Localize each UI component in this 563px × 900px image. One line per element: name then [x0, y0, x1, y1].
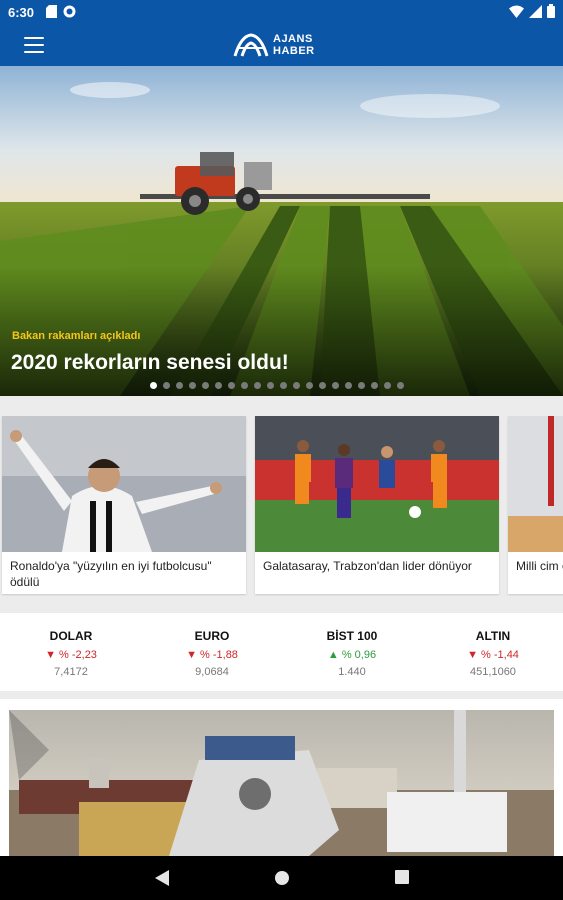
slider-dot[interactable]: [280, 382, 287, 389]
market-item-altin[interactable]: ALTIN ▼ % -1,44 451,1060: [443, 613, 543, 678]
signal-icon: [529, 4, 542, 18]
hero-slider[interactable]: Bakan rakamları açıkladı 2020 rekorların…: [0, 66, 563, 396]
hero-title[interactable]: 2020 rekorların senesi oldu!: [11, 351, 289, 375]
market-item-bist100[interactable]: BİST 100 ▲ % 0,96 1.440: [302, 613, 402, 678]
status-time: 6:30: [8, 5, 35, 20]
recents-icon[interactable]: [395, 870, 409, 884]
arrow-up-icon: ▲: [327, 649, 339, 661]
app-bar: AJANS HABER: [0, 24, 563, 66]
slider-dot[interactable]: [332, 382, 339, 389]
slider-dot[interactable]: [397, 382, 404, 389]
market-name: ALTIN: [475, 629, 511, 643]
news-card-title: Galatasaray, Trabzon'dan lider dönüyor: [263, 559, 472, 573]
slider-dot[interactable]: [215, 382, 222, 389]
news-carousel[interactable]: Ronaldo'ya "yüzyılın en iyi futbolcusu" …: [0, 416, 563, 596]
app-logo[interactable]: AJANS HABER: [233, 30, 315, 60]
slider-dot[interactable]: [254, 382, 261, 389]
market-name: EURO: [194, 629, 230, 643]
market-ticker[interactable]: DOLAR ▼ % -2,23 7,4172 EURO ▼ % -1,88 9,…: [0, 613, 563, 691]
market-value: 7,4172: [54, 666, 88, 678]
slider-dot[interactable]: [358, 382, 365, 389]
news-card-image: [508, 416, 563, 552]
news-card[interactable]: Milli cim olimpiya: [508, 416, 563, 594]
slider-dot[interactable]: [267, 382, 274, 389]
news-card-title: Milli cim olimpiya: [516, 559, 563, 573]
status-bar: 6:30: [0, 0, 563, 24]
market-change: ▼ % -1,88: [186, 649, 238, 661]
home-icon[interactable]: [274, 870, 290, 886]
slider-pagination[interactable]: [150, 382, 404, 389]
news-image: [9, 710, 554, 856]
sd-card-icon: [46, 5, 57, 18]
slider-dot[interactable]: [345, 382, 352, 389]
news-card[interactable]: Galatasaray, Trabzon'dan lider dönüyor: [255, 416, 499, 594]
slider-dot[interactable]: [163, 382, 170, 389]
back-icon[interactable]: [155, 870, 169, 886]
news-item[interactable]: [0, 699, 563, 856]
slider-dot[interactable]: [371, 382, 378, 389]
news-card-title: Ronaldo'ya "yüzyılın en iyi futbolcusu" …: [10, 559, 212, 589]
logo-mark-icon: [233, 33, 269, 57]
news-card-image: [2, 416, 246, 552]
arrow-down-icon: ▼: [45, 649, 56, 661]
slider-dot[interactable]: [176, 382, 183, 389]
slider-dot[interactable]: [228, 382, 235, 389]
slider-dot[interactable]: [189, 382, 196, 389]
market-change: ▼ % -1,44: [467, 649, 519, 661]
slider-dot[interactable]: [150, 382, 157, 389]
sync-icon: [63, 5, 76, 18]
slider-dot[interactable]: [384, 382, 391, 389]
battery-icon: [547, 4, 555, 18]
market-value: 9,0684: [195, 666, 229, 678]
menu-icon: [24, 37, 44, 39]
market-item-euro[interactable]: EURO ▼ % -1,88 9,0684: [162, 613, 262, 678]
notification-icons: [46, 5, 76, 18]
market-change: ▲ % 0,96: [327, 649, 377, 661]
hero-kicker: Bakan rakamları açıkladı: [12, 330, 141, 342]
logo-line1: AJANS: [273, 33, 313, 45]
news-card-image: [255, 416, 499, 552]
slider-dot[interactable]: [241, 382, 248, 389]
wifi-icon: [509, 5, 524, 18]
market-name: DOLAR: [49, 629, 93, 643]
system-icons: [509, 4, 555, 18]
menu-button[interactable]: [24, 37, 44, 53]
slider-dot[interactable]: [306, 382, 313, 389]
arrow-down-icon: ▼: [186, 649, 197, 661]
market-item-dolar[interactable]: DOLAR ▼ % -2,23 7,4172: [21, 613, 121, 678]
system-nav-bar: [0, 856, 563, 900]
market-value: 451,1060: [470, 666, 516, 678]
news-card[interactable]: Ronaldo'ya "yüzyılın en iyi futbolcusu" …: [2, 416, 246, 594]
slider-dot[interactable]: [293, 382, 300, 389]
slider-dot[interactable]: [319, 382, 326, 389]
market-change: ▼ % -2,23: [45, 649, 97, 661]
arrow-down-icon: ▼: [467, 649, 478, 661]
market-name: BİST 100: [326, 629, 378, 643]
slider-dot[interactable]: [202, 382, 209, 389]
market-value: 1.440: [338, 666, 366, 678]
logo-line2: HABER: [273, 45, 315, 57]
